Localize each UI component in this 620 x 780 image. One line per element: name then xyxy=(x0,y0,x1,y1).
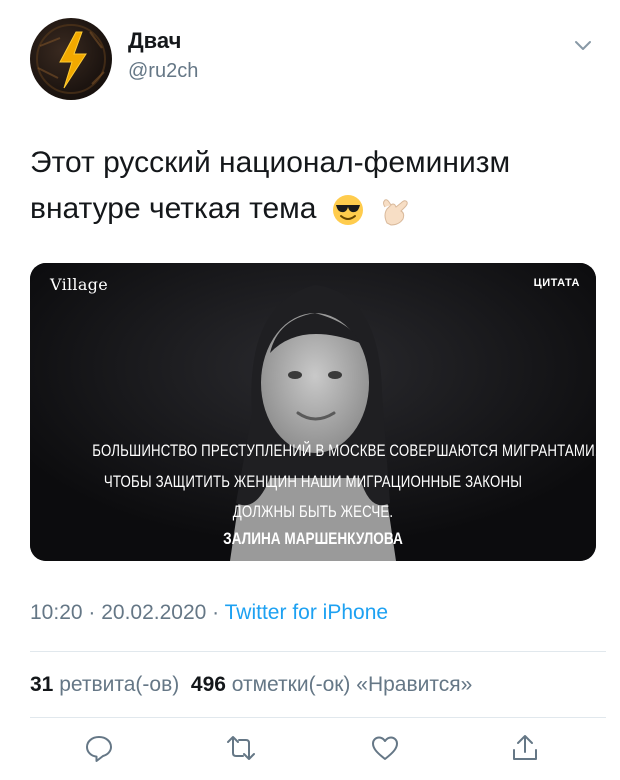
meta-separator: · xyxy=(82,601,102,624)
media-badge: ЦИТАТА xyxy=(533,277,580,289)
likes-stat[interactable]: 496 отметки(-ок) «Нравится» xyxy=(191,673,472,696)
meta-separator: · xyxy=(206,601,225,624)
tweet-time: 10:20 xyxy=(30,601,83,624)
likes-count: 496 xyxy=(190,673,226,696)
like-icon[interactable] xyxy=(370,733,400,763)
retweets-count: 31 xyxy=(30,673,54,696)
divider xyxy=(30,717,606,718)
tweet-text-line: внатуре четкая тема xyxy=(30,186,600,232)
tweet-stats: 31 ретвита(-ов) 496 отметки(-ок) «Нравит… xyxy=(30,673,472,697)
quote-line: ЧТОБЫ ЗАЩИТИТЬ ЖЕНЩИН НАШИ МИГРАЦИОННЫЕ … xyxy=(103,472,523,491)
quote-line: БОЛЬШИНСТВО ПРЕСТУПЛЕНИЙ В МОСКВЕ СОВЕРШ… xyxy=(92,441,596,460)
tweet-meta: 10:20 · 20.02.2020 · Twitter for iPhone xyxy=(30,601,388,625)
tweet-text-fragment: внатуре четкая тема xyxy=(30,192,317,225)
tweet-text: Этот русский национал-феминизм внатуре ч… xyxy=(30,140,600,232)
reply-icon[interactable] xyxy=(84,733,114,763)
retweet-icon[interactable] xyxy=(226,733,256,763)
tweet-actions-bar xyxy=(0,733,620,767)
tweet-date[interactable]: 20.02.2020 xyxy=(101,601,206,624)
tweet-text-line: Этот русский национал-феминизм xyxy=(30,146,511,179)
tweet-media-image[interactable]: Village ЦИТАТА БОЛЬШИНСТВО ПРЕСТУПЛЕНИЙ … xyxy=(30,263,596,561)
call-me-hand-emoji xyxy=(383,199,408,226)
media-brand-logo: Village xyxy=(50,275,108,294)
lightning-bolt-icon xyxy=(36,24,106,94)
quote-line: ДОЛЖНЫ БЫТЬ ЖЕСЧЕ. xyxy=(232,502,394,521)
chevron-down-icon[interactable] xyxy=(572,34,594,56)
share-icon[interactable] xyxy=(510,733,540,763)
likes-label: отметки(-ок) «Нравится» xyxy=(225,673,473,696)
user-handle[interactable]: @ru2ch xyxy=(128,60,198,83)
divider xyxy=(30,651,606,652)
quote-author: ЗАЛИНА МАРШЕНКУЛОВА xyxy=(223,529,403,548)
tweet-source-link[interactable]: Twitter for iPhone xyxy=(225,601,388,624)
tweet-header: Двач @ru2ch xyxy=(30,18,600,100)
smiling-face-with-sunglasses-emoji xyxy=(332,195,363,226)
retweets-label: ретвита(-ов) xyxy=(53,673,191,696)
avatar[interactable] xyxy=(30,18,112,100)
display-name[interactable]: Двач xyxy=(128,28,181,54)
retweets-stat[interactable]: 31 ретвита(-ов) xyxy=(30,673,191,696)
